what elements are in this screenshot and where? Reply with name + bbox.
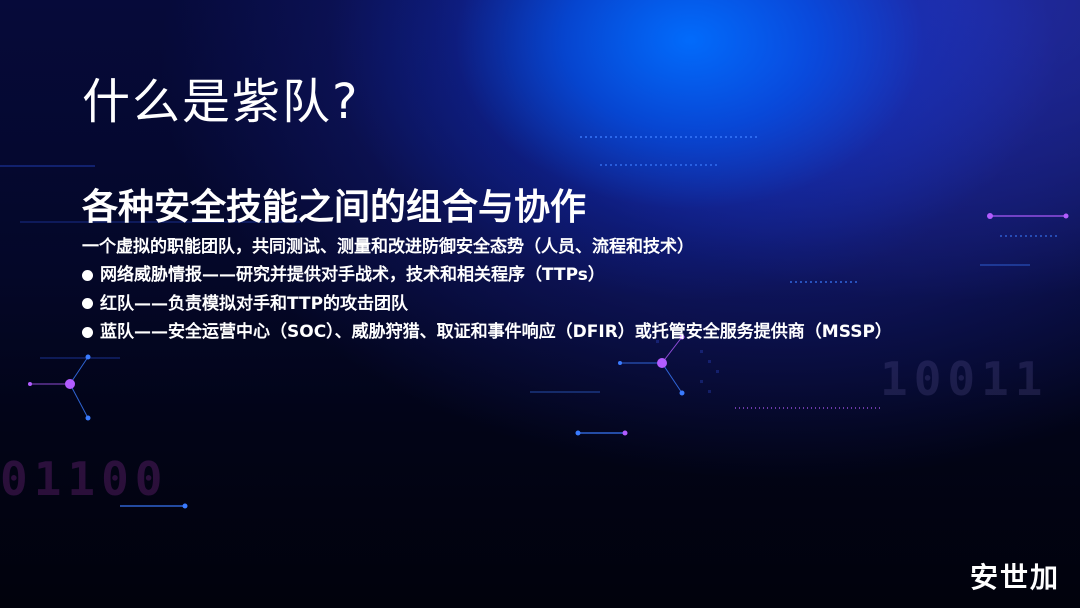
bullet-item-blue-team: 蓝队——安全运营中心（SOC）、威胁狩猎、取证和事件响应（DFIR）或托管安全服…	[82, 318, 892, 347]
bullet-dot-icon	[82, 326, 93, 338]
slide: 10011 01100 什么是紫队? 各种安全技能之间的组合与协作 一个虚拟的职…	[0, 0, 1080, 608]
bullet-dot-icon	[82, 269, 93, 281]
bullet-item-red-team: 红队——负责模拟对手和TTP的攻击团队	[82, 290, 892, 319]
background-digits-left: 01100	[0, 452, 169, 506]
bullet-dot-icon	[82, 298, 93, 310]
brand-logo: 安世加	[969, 561, 1060, 594]
page-subtitle: 各种安全技能之间的组合与协作	[82, 187, 587, 228]
bullet-item-threat-intel: 网络威胁情报——研究并提供对手战术，技术和相关程序（TTPs）	[82, 261, 892, 290]
bullet-text: 蓝队——安全运营中心（SOC）、威胁狩猎、取证和事件响应（DFIR）或托管安全服…	[100, 322, 892, 342]
bullet-text: 红队——负责模拟对手和TTP的攻击团队	[100, 293, 409, 314]
background-digits-right: 10011	[880, 352, 1049, 406]
bullet-list: 网络威胁情报——研究并提供对手战术，技术和相关程序（TTPs） 红队——负责模拟…	[82, 261, 892, 347]
bullet-text: 网络威胁情报——研究并提供对手战术，技术和相关程序（TTPs）	[100, 265, 605, 285]
intro-text: 一个虚拟的职能团队，共同测试、测量和改进防御安全态势（人员、流程和技术）	[82, 237, 694, 257]
page-title: 什么是紫队?	[82, 74, 360, 130]
